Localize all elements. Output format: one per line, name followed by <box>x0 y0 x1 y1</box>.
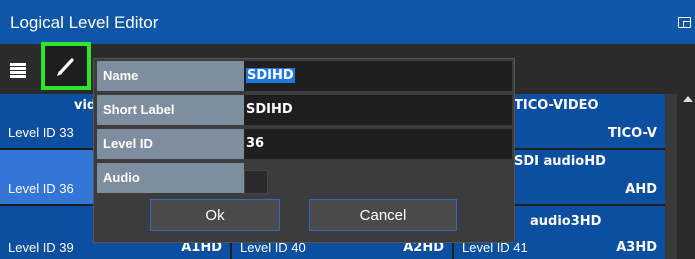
level-short-label: TICO-V <box>607 126 657 141</box>
level-name: TICO-VIDEO <box>514 98 599 113</box>
edit-button[interactable] <box>41 42 91 90</box>
title-bar: Logical Level Editor <box>0 0 695 44</box>
level-id-label: Level ID <box>97 129 244 159</box>
name-field[interactable]: SDIHD <box>244 61 512 91</box>
short-label-field[interactable]: SDIHD <box>244 95 512 125</box>
level-id: Level ID 36 <box>8 181 74 196</box>
window-title: Logical Level Editor <box>10 13 159 32</box>
level-id: Level ID 39 <box>8 240 74 255</box>
audio-row: Audio <box>94 163 514 194</box>
level-name: SDI audioHD <box>514 154 606 169</box>
ok-button[interactable]: Ok <box>150 199 280 231</box>
level-short-label: A3HD <box>616 240 657 255</box>
level-short-label: AHD <box>625 182 657 197</box>
level-id-row: Level ID 36 <box>94 129 514 159</box>
list-view-icon[interactable] <box>10 63 26 78</box>
name-row: Name SDIHD <box>94 61 514 91</box>
audio-label: Audio <box>97 163 244 193</box>
short-label-label: Short Label <box>97 95 244 125</box>
level-name: audio3HD <box>530 214 602 229</box>
scroll-up-icon[interactable] <box>683 96 693 102</box>
audio-checkbox[interactable] <box>244 170 268 194</box>
scrollbar[interactable] <box>677 94 695 259</box>
level-id-field[interactable]: 36 <box>244 129 512 159</box>
level-edit-dialog: Name SDIHD Short Label SDIHD Level ID 36… <box>93 58 515 243</box>
popout-window-icon[interactable] <box>678 17 691 28</box>
name-value: SDIHD <box>246 68 295 83</box>
pencil-icon <box>57 58 74 76</box>
name-label: Name <box>97 61 244 91</box>
short-label-row: Short Label SDIHD <box>94 95 514 125</box>
level-id: Level ID 33 <box>8 125 74 140</box>
cancel-button[interactable]: Cancel <box>309 199 457 231</box>
